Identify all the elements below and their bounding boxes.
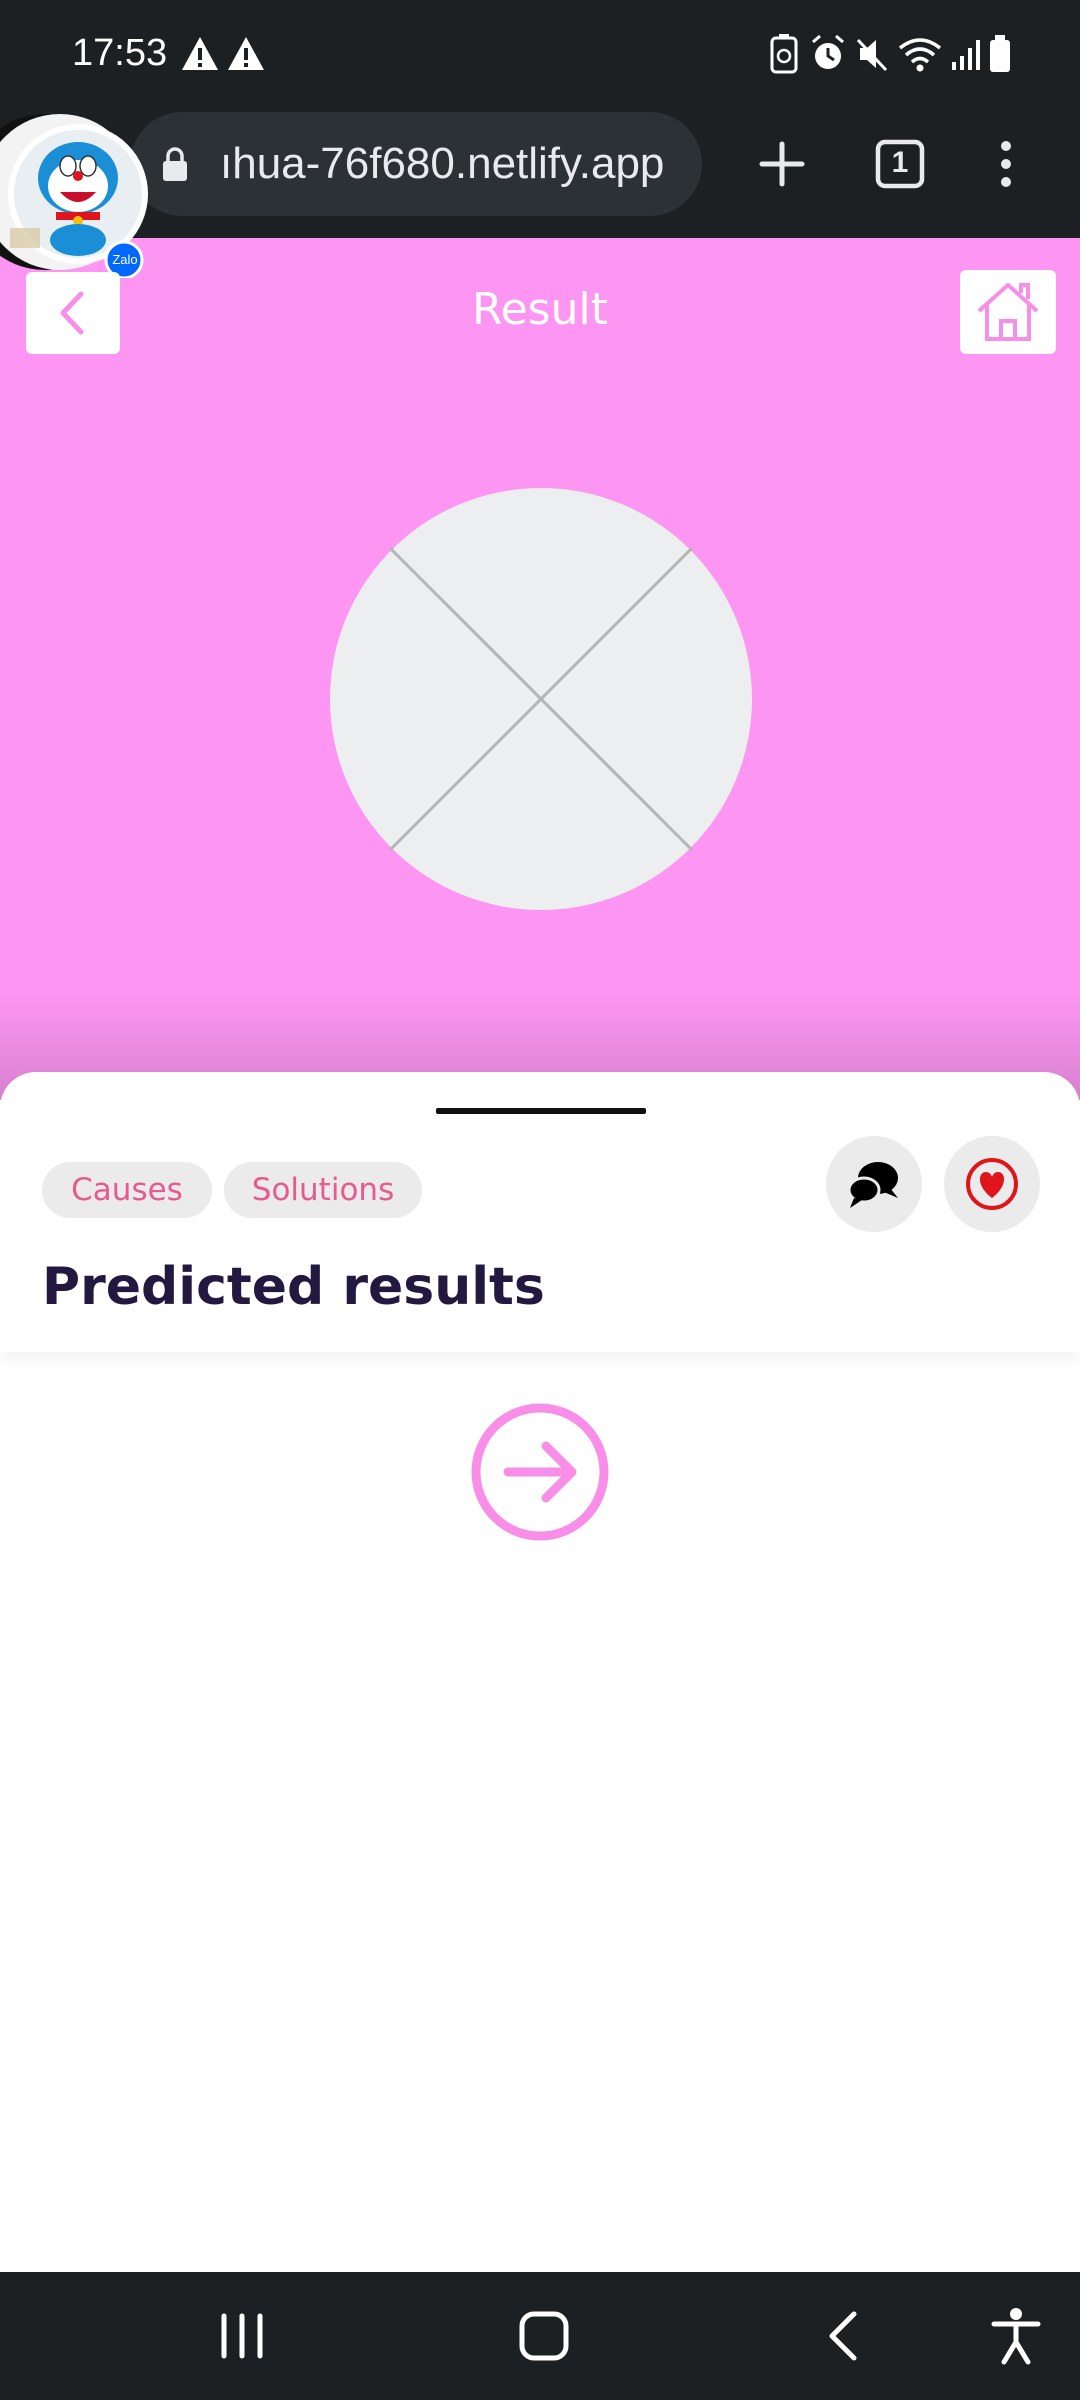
chat-icon (847, 1162, 898, 1208)
battery-saver-icon (770, 34, 798, 74)
accessibility-icon[interactable] (982, 2302, 1050, 2370)
mute-icon (856, 38, 888, 72)
section-title: Predicted results (42, 1257, 545, 1317)
url-text: ıhua-76f680.netlify.app (220, 139, 665, 188)
chat-button[interactable] (826, 1136, 922, 1232)
tab-count: 1 (891, 146, 909, 179)
chat-bubble[interactable]: Zalo (0, 108, 150, 280)
lock-icon (163, 147, 187, 181)
arrow-right-circle-icon[interactable] (470, 1402, 610, 1542)
more-menu-icon[interactable] (968, 126, 1044, 202)
chip-solutions[interactable]: Solutions (224, 1162, 422, 1218)
new-tab-icon[interactable] (744, 126, 820, 202)
heart-icon (966, 1158, 1018, 1210)
warning-icon (182, 37, 218, 70)
status-time: 17:53 (72, 32, 168, 74)
zalo-badge: Zalo (112, 252, 138, 267)
result-sheet: Causes Solutions Predicted results (0, 1072, 1080, 1352)
signal-icon (952, 40, 980, 70)
status-bar: 17:53 (0, 0, 1080, 106)
home-button[interactable] (960, 270, 1056, 354)
battery-icon (990, 35, 1010, 72)
wifi-icon (898, 38, 942, 72)
tab-switcher-button[interactable]: 1 (862, 126, 938, 202)
home-icon (977, 283, 1039, 341)
result-image-placeholder (330, 488, 752, 910)
recent-apps-icon[interactable] (208, 2302, 276, 2370)
home-nav-icon[interactable] (510, 2302, 578, 2370)
drag-handle[interactable] (436, 1108, 646, 1114)
chevron-left-icon (60, 291, 84, 335)
back-button[interactable] (26, 272, 120, 354)
system-nav-bar (0, 2272, 1080, 2400)
back-nav-icon[interactable] (812, 2302, 880, 2370)
chip-causes[interactable]: Causes (42, 1162, 212, 1218)
browser-toolbar: ıhua-76f680.netlify.app 1 (0, 106, 1080, 238)
address-bar[interactable]: ıhua-76f680.netlify.app (130, 112, 702, 216)
warning-icon (228, 37, 264, 70)
favorite-button[interactable] (944, 1136, 1040, 1232)
alarm-icon (812, 34, 844, 69)
page-title: Result (472, 284, 608, 335)
